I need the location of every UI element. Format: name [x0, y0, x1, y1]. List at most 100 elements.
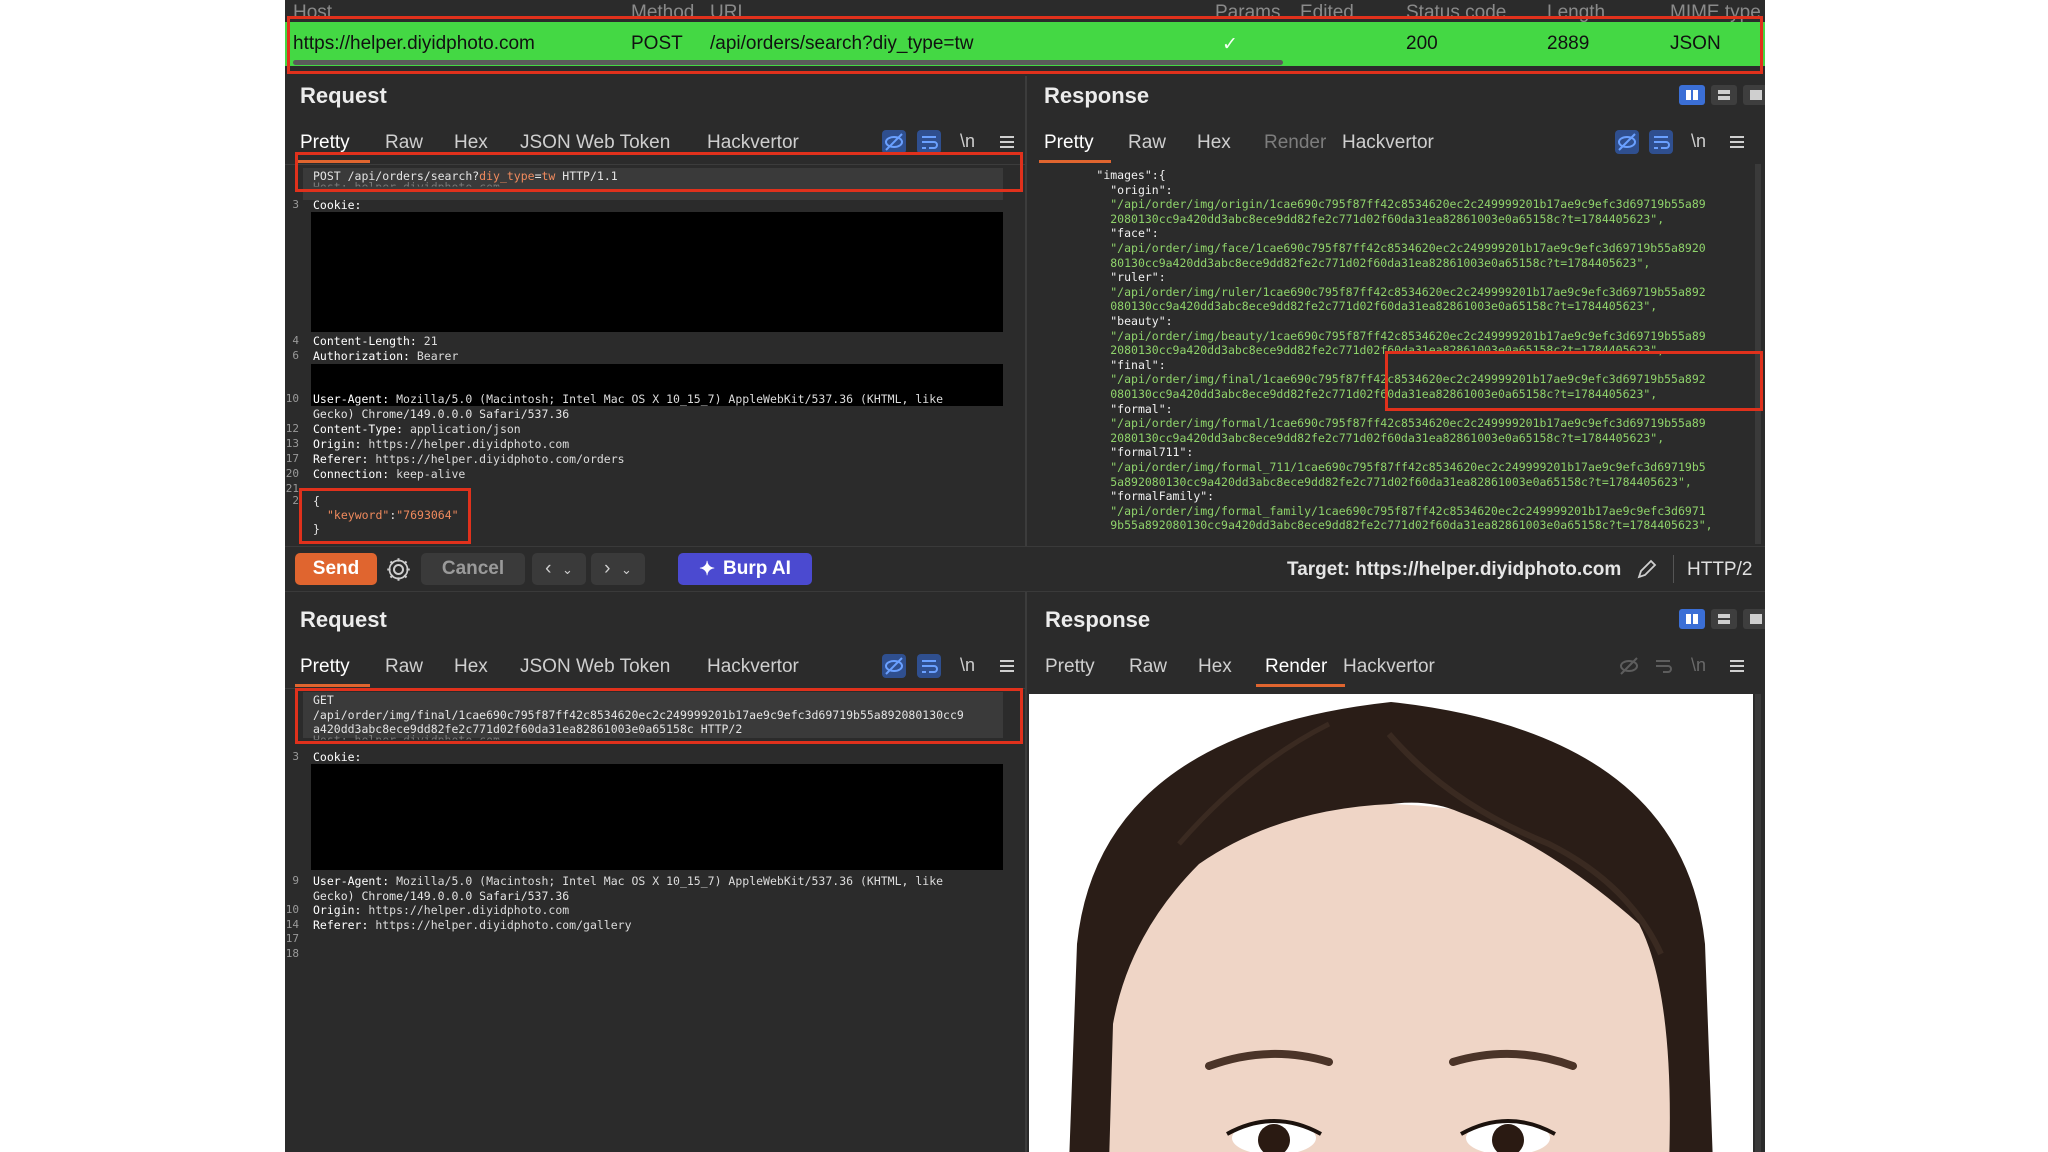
- word-wrap-icon[interactable]: [1649, 130, 1673, 154]
- newline-toggle: \n: [1691, 655, 1707, 675]
- gear-icon[interactable]: [385, 556, 412, 583]
- burp-suite-window: Host Method URL Params Edited Status cod…: [285, 0, 1765, 1152]
- tab-raw[interactable]: Raw: [385, 132, 423, 154]
- newline-toggle[interactable]: \n: [960, 131, 975, 152]
- tab-pretty[interactable]: Pretty: [1045, 656, 1095, 678]
- tab-pretty[interactable]: Pretty: [1044, 132, 1094, 154]
- content-length-header: Content-Length: 21: [313, 334, 438, 348]
- col-mime[interactable]: MIME type: [1670, 2, 1761, 22]
- user-agent-header: User-Agent: Mozilla/5.0 (Macintosh; Inte…: [313, 392, 944, 406]
- tab-render[interactable]: Render: [1264, 132, 1326, 154]
- hide-nonprintable-icon[interactable]: [882, 654, 906, 678]
- referer-header: Referer: https://helper.diyidphoto.com/o…: [313, 452, 625, 466]
- tab-pretty-underline: [295, 160, 370, 163]
- json-string-line: "/api/order/img/face/1cae690c795f87ff42c…: [1110, 241, 1706, 255]
- tab-hackvertor[interactable]: Hackvertor: [707, 656, 799, 678]
- tab-json-web-token[interactable]: JSON Web Token: [520, 656, 670, 678]
- json-string-line: "/api/order/img/final/1cae690c795f87ff42…: [1110, 372, 1706, 387]
- row-mime: JSON: [1670, 33, 1721, 54]
- response-vscrollbar[interactable]: [1755, 164, 1761, 544]
- tab-hex[interactable]: Hex: [454, 656, 488, 678]
- json-key-line: "ruler":: [1110, 270, 1166, 285]
- render-vscrollbar[interactable]: [1755, 694, 1761, 1152]
- col-edited[interactable]: Edited: [1300, 2, 1354, 22]
- newline-toggle[interactable]: \n: [960, 655, 975, 676]
- tab-pretty[interactable]: Pretty: [300, 656, 350, 678]
- tab-raw[interactable]: Raw: [1128, 132, 1166, 154]
- target-label: Target: https://helper.diyidphoto.com: [1287, 559, 1622, 580]
- json-string-line: "/api/order/img/formal_family/1cae690c79…: [1110, 503, 1706, 518]
- bottom-request-pane: Request Pretty Raw Hex JSON Web Token Ha…: [285, 592, 1025, 1152]
- top-response-editor[interactable]: "images":{ "origin": "/api/order/img/ori…: [1041, 164, 1747, 544]
- bottom-response-pane: Response Pretty Raw Hex Render Hackverto…: [1027, 592, 1765, 1152]
- chevron-right-icon: › ⌄: [604, 558, 632, 579]
- row-url: /api/orders/search?diy_type=tw: [710, 33, 974, 54]
- col-url[interactable]: URL: [710, 2, 748, 22]
- row-method: POST: [631, 33, 683, 54]
- json-string-line: 80130cc9a420dd3abc8ece9dd82fe2c771d02f60…: [1110, 255, 1651, 270]
- tab-render-underline: [1256, 684, 1345, 687]
- tab-hex[interactable]: Hex: [1197, 132, 1231, 154]
- top-request-editor[interactable]: POST /api/orders/search?diy_type=tw HTTP…: [285, 164, 1025, 546]
- menu-icon[interactable]: [995, 654, 1019, 678]
- user-agent-header: User-Agent: Mozilla/5.0 (Macintosh; Inte…: [313, 874, 944, 888]
- menu-icon[interactable]: [1725, 130, 1749, 154]
- body-open: {: [313, 494, 320, 508]
- portrait-image: [1069, 702, 1713, 1152]
- history-hscrollbar[interactable]: [293, 60, 1283, 65]
- tab-pretty[interactable]: Pretty: [300, 132, 350, 154]
- top-request-pane: Request Pretty Raw Hex JSON Web Token Ha…: [285, 76, 1025, 546]
- tab-raw[interactable]: Raw: [385, 656, 423, 678]
- json-string-line: 5a892080130cc9a420dd3abc8ece9dd82fe2c771…: [1110, 474, 1692, 489]
- back-button[interactable]: ‹ ⌄: [532, 553, 586, 585]
- content-type-header: Content-Type: application/json: [313, 422, 521, 436]
- col-length[interactable]: Length: [1547, 2, 1605, 22]
- col-params[interactable]: Params: [1215, 2, 1280, 22]
- cookie-header: Cookie:: [313, 198, 362, 212]
- tab-hex[interactable]: Hex: [454, 132, 488, 154]
- pencil-icon[interactable]: [1635, 557, 1659, 581]
- tab-json-web-token[interactable]: JSON Web Token: [520, 132, 670, 154]
- protocol-label[interactable]: HTTP/2: [1687, 559, 1752, 581]
- tab-render[interactable]: Render: [1265, 656, 1327, 678]
- json-key-line: "face":: [1110, 226, 1159, 241]
- cookie-header: Cookie:: [313, 750, 362, 764]
- tab-raw[interactable]: Raw: [1129, 656, 1167, 678]
- word-wrap-icon[interactable]: [917, 130, 941, 154]
- newline-toggle[interactable]: \n: [1691, 131, 1706, 152]
- cancel-button[interactable]: Cancel: [421, 553, 525, 585]
- col-host[interactable]: Host: [293, 2, 332, 22]
- chevron-left-icon: ‹ ⌄: [545, 558, 573, 579]
- tab-hackvertor[interactable]: Hackvertor: [707, 132, 799, 154]
- bottom-request-editor[interactable]: GET /api/order/img/final/1cae690c795f87f…: [285, 688, 1025, 1152]
- forward-button[interactable]: › ⌄: [591, 553, 645, 585]
- json-string-line: "/api/order/img/beauty/1cae690c795f87ff4…: [1110, 328, 1706, 343]
- host-header-partial: Host: helper.diyidphoto.com: [313, 733, 500, 747]
- menu-icon[interactable]: [1725, 654, 1749, 678]
- hide-nonprintable-icon[interactable]: [1615, 130, 1639, 154]
- json-key-line: "origin":: [1110, 182, 1173, 197]
- tab-hex[interactable]: Hex: [1198, 656, 1232, 678]
- burp-ai-button[interactable]: ✦ Burp AI: [678, 553, 812, 585]
- col-status[interactable]: Status code: [1406, 2, 1506, 22]
- col-method[interactable]: Method: [631, 2, 694, 22]
- json-string-line: "/api/order/img/ruler/1cae690c795f87ff42…: [1110, 284, 1706, 299]
- request-method: GET: [313, 693, 334, 707]
- json-key-line: "formal":: [1110, 401, 1173, 416]
- json-string-line: 2080130cc9a420dd3abc8ece9dd82fe2c771d02f…: [1110, 430, 1665, 445]
- json-string-line: 2080130cc9a420dd3abc8ece9dd82fe2c771d02f…: [1110, 343, 1665, 358]
- top-response-title: Response: [1044, 83, 1150, 108]
- tab-hackvertor[interactable]: Hackvertor: [1342, 132, 1434, 154]
- redacted-cookie: [311, 212, 1003, 332]
- menu-icon[interactable]: [995, 130, 1019, 154]
- send-button[interactable]: Send: [295, 553, 377, 585]
- json-key-line: "formalFamily":: [1110, 489, 1215, 504]
- tab-hackvertor[interactable]: Hackvertor: [1343, 656, 1435, 678]
- body-close: }: [313, 522, 320, 536]
- json-string-line: 2080130cc9a420dd3abc8ece9dd82fe2c771d02f…: [1110, 211, 1665, 226]
- json-key-line: "formal711":: [1110, 445, 1194, 460]
- json-key-line: "beauty":: [1110, 314, 1173, 328]
- sparkle-icon: ✦: [699, 558, 715, 580]
- hide-nonprintable-icon[interactable]: [882, 130, 906, 154]
- word-wrap-icon[interactable]: [917, 654, 941, 678]
